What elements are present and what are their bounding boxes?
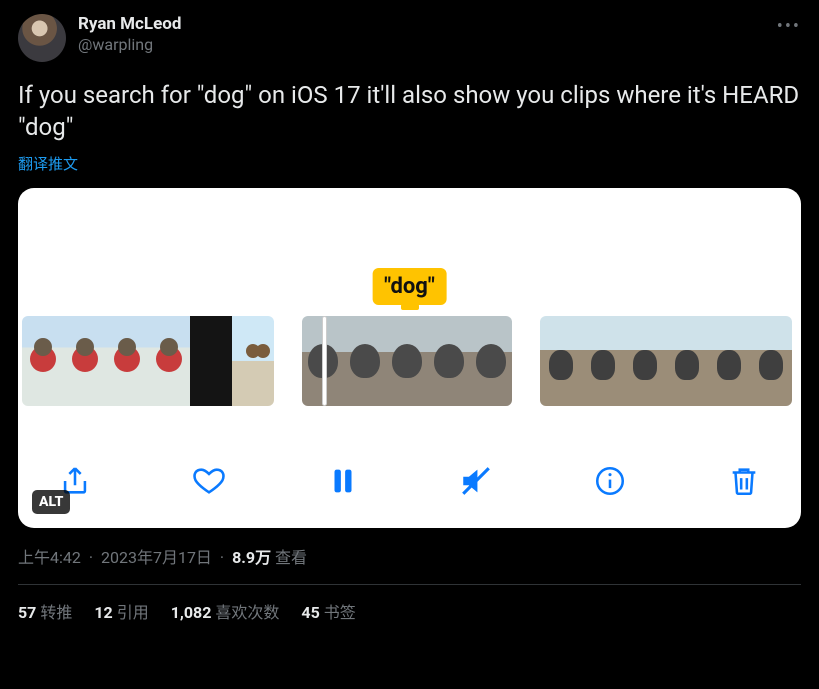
mute-icon[interactable] [459,464,493,498]
quotes-stat[interactable]: 12引用 [94,599,148,623]
tweet-text: If you search for "dog" on iOS 17 it'll … [18,80,801,143]
more-icon[interactable]: ••• [777,16,801,37]
trash-icon[interactable] [727,464,761,498]
tweet-stats: 57转推 12引用 1,082喜欢次数 45书签 [18,599,801,623]
pause-icon[interactable] [326,464,360,498]
speech-caption: "dog" [372,268,447,305]
translate-link[interactable]: 翻译推文 [18,153,78,174]
playhead[interactable] [322,316,327,406]
tweet-date[interactable]: 2023年7月17日 [101,548,212,567]
video-timeline[interactable] [18,316,801,406]
media-toolbar [18,464,801,498]
tweet-time[interactable]: 上午4:42 [18,548,81,567]
caption-marker [401,304,419,310]
bookmarks-stat[interactable]: 45书签 [301,599,355,623]
divider [18,584,801,585]
tweet-header: Ryan McLeod @warpling ••• [18,14,801,62]
clip-group[interactable] [540,316,792,406]
clip-group[interactable] [22,316,274,406]
views-label: 查看 [275,548,307,567]
clip-group[interactable] [302,316,512,406]
retweets-stat[interactable]: 57转推 [18,599,72,623]
likes-stat[interactable]: 1,082喜欢次数 [171,599,280,623]
heart-icon[interactable] [192,464,226,498]
media-attachment[interactable]: "dog" ALT [18,188,801,528]
display-name[interactable]: Ryan McLeod [78,14,777,34]
avatar[interactable] [18,14,66,62]
user-handle[interactable]: @warpling [78,35,777,54]
tweet-meta: 上午4:42 · 2023年7月17日 · 8.9万 查看 [18,544,801,568]
info-icon[interactable] [593,464,627,498]
alt-badge[interactable]: ALT [32,490,70,514]
views-count: 8.9万 [232,548,271,567]
